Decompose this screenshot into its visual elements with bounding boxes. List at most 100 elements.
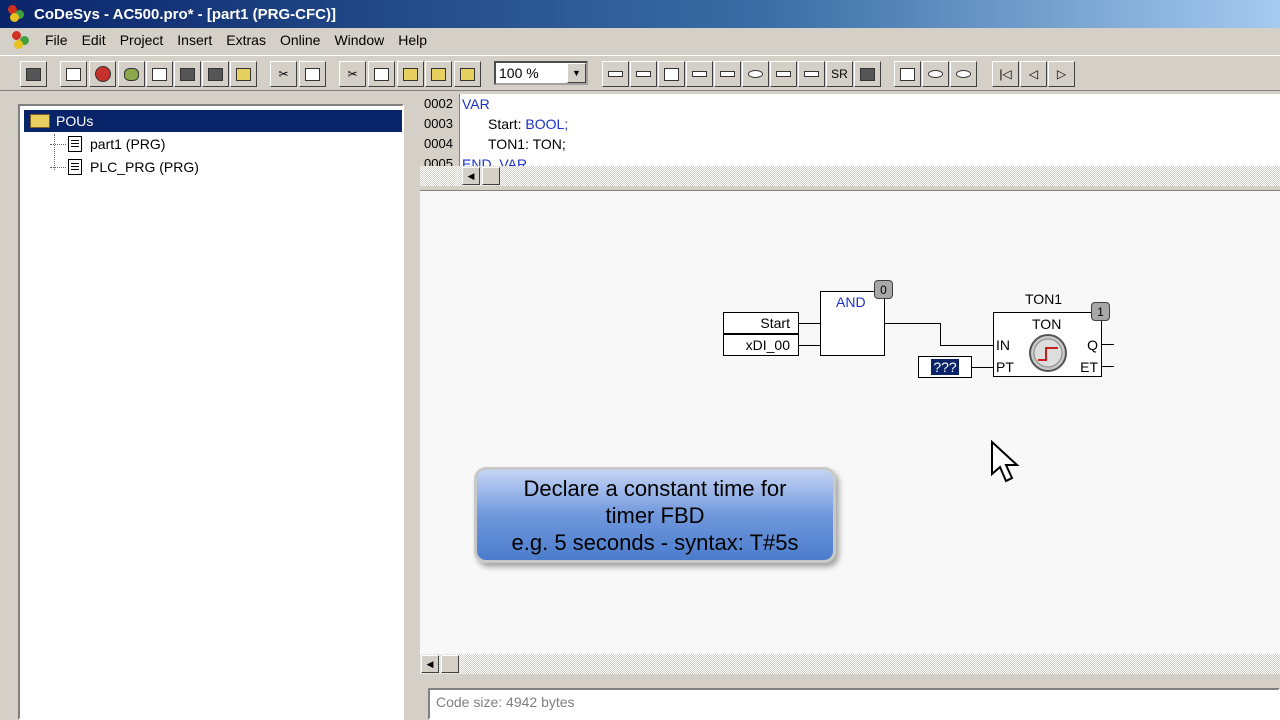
wire	[972, 367, 993, 368]
tree-item-part1[interactable]: part1 (PRG)	[50, 136, 165, 152]
insert-output-button[interactable]	[630, 61, 657, 87]
menu-extras[interactable]: Extras	[219, 32, 273, 48]
pt-value-selected[interactable]: ???	[931, 359, 959, 375]
login-icon	[124, 67, 139, 81]
menu-file[interactable]: File	[38, 32, 75, 48]
zoom-value: 100 %	[499, 65, 539, 81]
mouse-cursor-icon	[991, 440, 1020, 483]
tree-item-plc-prg[interactable]: PLC_PRG (PRG)	[50, 159, 199, 175]
paste-button[interactable]	[397, 61, 424, 87]
input-xdi-00[interactable]: xDI_00	[723, 334, 799, 356]
copy-icon	[374, 67, 389, 81]
next-button[interactable]: ▷	[1048, 61, 1075, 87]
line-number: 0004	[420, 134, 460, 154]
pt-input-box[interactable]: ???	[918, 356, 972, 378]
and-label: AND	[836, 294, 866, 310]
ellipse-button[interactable]	[922, 61, 949, 87]
title-bar: CoDeSys - AC500.pro* - [part1 (PRG-CFC)]	[0, 0, 1280, 28]
step-over-button[interactable]	[174, 61, 201, 87]
label-icon	[720, 71, 735, 77]
window-title: CoDeSys - AC500.pro* - [part1 (PRG-CFC)]	[34, 5, 336, 23]
declaration-editor[interactable]: 0002 VAR 0003 Start: BOOL; 0004 TON1: TO…	[420, 94, 1280, 166]
first-button[interactable]: |◁	[992, 61, 1019, 87]
output-icon	[636, 71, 651, 77]
cfc-editor-canvas[interactable]: Start xDI_00 AND 0 ??? TON1 TON IN PT Q …	[420, 190, 1280, 654]
ton-order-badge: 1	[1091, 302, 1110, 321]
return-icon	[748, 70, 763, 78]
tree-root-pous[interactable]: POUs	[24, 110, 402, 132]
insert-label-button[interactable]	[714, 61, 741, 87]
declaration-horizontal-scrollbar[interactable]: ◀	[420, 166, 1280, 186]
find-button[interactable]	[425, 61, 452, 87]
scroll-left-icon[interactable]: ◀	[462, 167, 480, 185]
macro-button[interactable]	[894, 61, 921, 87]
input-start[interactable]: Start	[723, 312, 799, 334]
write-values-button[interactable]	[230, 61, 257, 87]
copy-button[interactable]	[299, 61, 326, 87]
stop-button[interactable]	[89, 61, 116, 87]
save-button[interactable]	[20, 61, 47, 87]
scrollbar-thumb[interactable]	[441, 655, 459, 673]
tree-root-label: POUs	[56, 113, 94, 129]
ton-instance-name[interactable]: TON1	[1025, 291, 1062, 307]
code-line[interactable]: Start: BOOL;	[488, 114, 568, 134]
insert-comment-button[interactable]	[770, 61, 797, 87]
comment-icon	[776, 71, 791, 77]
and-block[interactable]: AND	[820, 291, 885, 356]
canvas-horizontal-scrollbar[interactable]: ◀	[420, 654, 1280, 674]
scissors-icon: ✂	[278, 67, 289, 81]
prev-button[interactable]: ◁	[1020, 61, 1047, 87]
scrollbar-thumb[interactable]	[482, 167, 500, 185]
code-line[interactable]: VAR	[462, 94, 490, 114]
variable-declaration: Start:	[488, 116, 526, 132]
scroll-left-icon[interactable]: ◀	[421, 655, 439, 673]
menu-edit[interactable]: Edit	[75, 32, 113, 48]
and-order-badge: 0	[874, 280, 893, 299]
cut-button-2[interactable]: ✂	[339, 61, 366, 87]
chevron-down-icon[interactable]: ▼	[567, 63, 586, 83]
insert-box-button[interactable]	[658, 61, 685, 87]
pane-splitter[interactable]	[406, 94, 418, 720]
insert-input-button[interactable]	[602, 61, 629, 87]
step-in-button[interactable]	[146, 61, 173, 87]
menu-project[interactable]: Project	[113, 32, 171, 48]
code-line[interactable]: TON1: TON;	[488, 134, 566, 154]
insert-return-button[interactable]	[742, 61, 769, 87]
wire	[940, 323, 941, 345]
ellipse-button-2[interactable]	[950, 61, 977, 87]
menu-insert[interactable]: Insert	[170, 32, 219, 48]
codesys-app-icon[interactable]	[8, 5, 26, 23]
menu-help[interactable]: Help	[391, 32, 434, 48]
macro-icon	[900, 67, 915, 81]
cycle-button[interactable]	[202, 61, 229, 87]
wire	[799, 323, 821, 324]
menu-bar: File Edit Project Insert Extras Online W…	[0, 28, 1280, 52]
pin-in: IN	[996, 337, 1010, 353]
find-next-button[interactable]	[454, 61, 481, 87]
build-button[interactable]	[60, 61, 87, 87]
document-menu-icon[interactable]	[10, 30, 32, 50]
next-icon: ▷	[1056, 67, 1067, 81]
prev-icon: ◁	[1028, 67, 1039, 81]
object-organizer[interactable]: POUs part1 (PRG) PLC_PRG (PRG)	[18, 104, 404, 720]
menu-window[interactable]: Window	[327, 32, 391, 48]
enable-button[interactable]	[854, 61, 881, 87]
cut-button[interactable]: ✂	[270, 61, 297, 87]
wire	[799, 345, 821, 346]
copy-button-2[interactable]	[368, 61, 395, 87]
code-line[interactable]: END_VAR	[462, 154, 527, 166]
binoculars-next-icon	[460, 67, 475, 81]
jump-icon	[692, 71, 707, 77]
zoom-combobox[interactable]: 100 % ▼	[494, 61, 588, 85]
ton-block[interactable]: TON IN PT Q ET	[993, 312, 1102, 377]
line-number: 0002	[420, 94, 460, 114]
toolbar: ✂ ✂ SR |◁ ◁ ▷	[0, 55, 1280, 91]
line-number: 0005	[420, 154, 460, 166]
menu-online[interactable]: Online	[273, 32, 327, 48]
insert-connector-button[interactable]	[798, 61, 825, 87]
pou-document-icon	[68, 159, 82, 175]
tutorial-callout: Declare a constant time for timer FBD e.…	[474, 467, 836, 563]
login-button[interactable]	[118, 61, 145, 87]
insert-jump-button[interactable]	[686, 61, 713, 87]
set-reset-button[interactable]: SR	[826, 61, 853, 87]
